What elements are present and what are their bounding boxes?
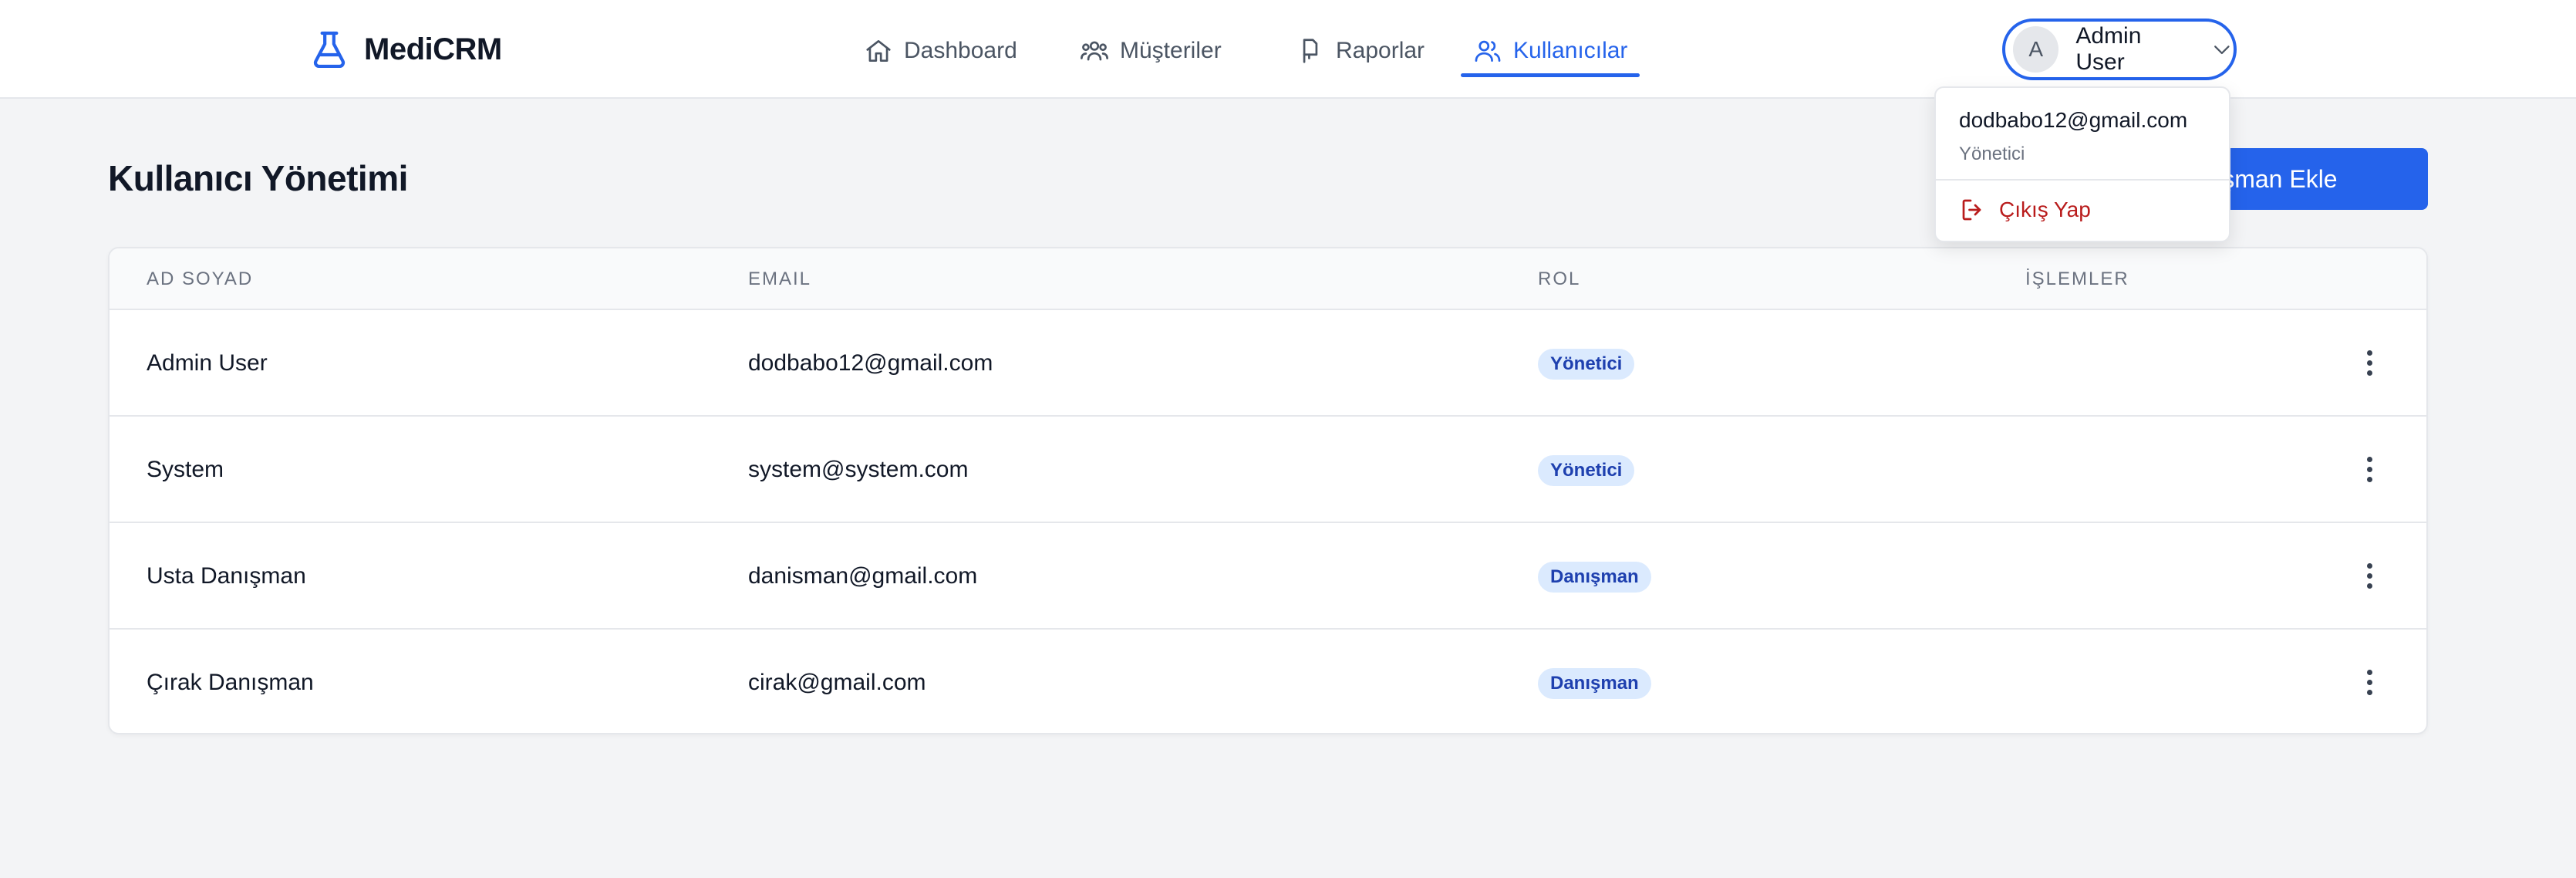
user-name-cell: Usta Danışman [147, 563, 306, 589]
flask-icon [313, 31, 346, 69]
nav-item-kullanicilar[interactable]: Kullanıcılar [1461, 25, 1640, 77]
home-icon [866, 39, 891, 62]
row-actions-menu-icon[interactable] [2352, 452, 2386, 486]
page-title: Kullanıcı Yönetimi [108, 158, 408, 198]
user-menu-button[interactable]: A Admin User [2002, 19, 2237, 80]
brand-logo[interactable]: MediCRM [307, 28, 502, 71]
user-name-cell: Admin User [147, 350, 268, 376]
users-group-icon [1081, 41, 1108, 61]
table-row: Usta Danışman danisman@gmail.com Danışma… [110, 523, 2426, 630]
user-email-cell: cirak@gmail.com [748, 670, 926, 695]
user-name: Admin User [2075, 23, 2142, 75]
dropdown-user-role: Yönetici [1959, 144, 2025, 164]
role-badge: Yönetici [1538, 455, 1635, 486]
report-icon [1303, 39, 1318, 63]
row-actions-menu-icon[interactable] [2352, 346, 2386, 380]
column-header-role: ROL [1538, 268, 1581, 289]
nav-label: Dashboard [904, 38, 1017, 63]
nav-item-musteriler[interactable]: Müşteriler [1067, 25, 1234, 77]
row-actions-menu-icon[interactable] [2352, 559, 2386, 593]
logout-button[interactable]: Çıkış Yap [1959, 191, 2091, 228]
logout-label: Çıkış Yap [1999, 198, 2091, 221]
nav-label: Raporlar [1336, 38, 1425, 63]
top-header: MediCRM Dashboard Müşteriler Raporlar Ku… [0, 0, 2576, 99]
role-badge: Danışman [1538, 668, 1651, 699]
chevron-down-icon [2214, 46, 2230, 55]
user-email-cell: dodbabo12@gmail.com [748, 350, 993, 376]
user-name-cell: Çırak Danışman [147, 670, 314, 695]
brand-name: MediCRM [364, 32, 502, 66]
dropdown-user-email: dodbabo12@gmail.com [1959, 108, 2188, 132]
nav-item-raporlar[interactable]: Raporlar [1283, 25, 1437, 77]
column-header-actions: İŞLEMLER [2025, 268, 2129, 289]
column-header-email: EMAIL [748, 268, 812, 289]
user-icon [1475, 40, 1501, 62]
user-name-cell: System [147, 457, 224, 482]
role-badge: Danışman [1538, 562, 1651, 593]
column-header-name: AD SOYAD [147, 268, 254, 289]
users-table: AD SOYAD EMAIL ROL İŞLEMLER Admin User d… [108, 247, 2428, 734]
table-row: Çırak Danışman cirak@gmail.com Danışman [110, 630, 2426, 733]
dropdown-divider [1936, 179, 2229, 181]
row-actions-menu-icon[interactable] [2352, 665, 2386, 699]
user-dropdown-menu: dodbabo12@gmail.com Yönetici Çıkış Yap [1934, 86, 2230, 242]
user-email-cell: danisman@gmail.com [748, 563, 978, 589]
nav-item-dashboard[interactable]: Dashboard [851, 25, 1030, 77]
avatar: A [2013, 26, 2059, 73]
logout-icon [1962, 199, 1981, 221]
table-row: Admin User dodbabo12@gmail.com Yönetici [110, 310, 2426, 417]
nav-label: Müşteriler [1120, 38, 1222, 63]
nav-label: Kullanıcılar [1513, 38, 1628, 63]
user-email-cell: system@system.com [748, 457, 969, 482]
table-header: AD SOYAD EMAIL ROL İŞLEMLER [110, 248, 2426, 310]
role-badge: Yönetici [1538, 349, 1635, 380]
table-row: System system@system.com Yönetici [110, 417, 2426, 523]
